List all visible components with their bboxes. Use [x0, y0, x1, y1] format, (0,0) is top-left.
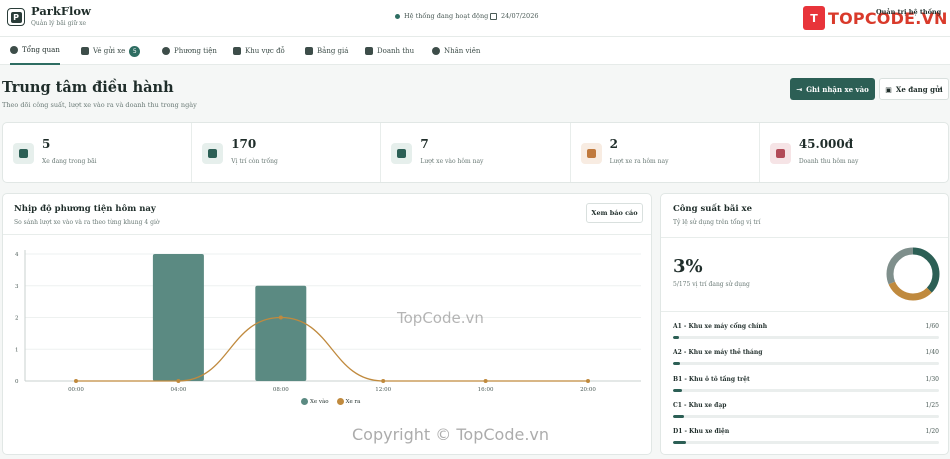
point-vehicles-out — [278, 315, 283, 320]
sign-in-icon — [391, 143, 413, 164]
zone-progress-fill — [673, 336, 680, 339]
capacity-divider — [661, 237, 948, 238]
map-icon — [233, 47, 241, 55]
app-name: ParkFlow — [31, 4, 91, 18]
x-tick-label: 20:00 — [580, 387, 596, 393]
check-in-button[interactable]: ⇥ Ghi nhận xe vào — [790, 78, 875, 100]
parking-icon — [202, 143, 224, 164]
legend-swatch-in — [301, 398, 308, 405]
calendar-icon — [490, 12, 497, 20]
stat-vehicles-inside: 5 Xe đang trong bãi — [3, 123, 193, 182]
tab-pricing[interactable]: Bảng giá — [305, 37, 348, 65]
tab-revenue[interactable]: Doanh thu — [365, 37, 414, 65]
traffic-divider — [3, 234, 651, 235]
zone-progress — [673, 389, 939, 392]
traffic-title: Nhịp độ phương tiện hôm nay — [14, 204, 156, 214]
y-tick-label: 0 — [15, 379, 19, 385]
stat-entries-today: 7 Lượt xe vào hôm nay — [381, 123, 571, 182]
bar-chart-icon — [365, 47, 373, 55]
tab-parking-areas[interactable]: Khu vực đỗ — [233, 37, 285, 65]
point-vehicles-out — [381, 379, 386, 383]
zone-progress — [673, 415, 939, 418]
car-icon — [162, 47, 170, 55]
ticket-icon — [81, 47, 89, 55]
top-bar: P ParkFlow Quản lý bãi giữ xe Hệ thống đ… — [0, 0, 950, 37]
capacity-subtitle: Tỷ lệ sử dụng trên tổng vị trí — [673, 219, 761, 226]
x-tick-label: 04:00 — [170, 387, 186, 393]
current-date: 24/07/2026 — [490, 12, 538, 20]
tickets-count-badge: 5 — [129, 45, 141, 57]
zone-progress-fill — [673, 362, 680, 365]
page-title: Trung tâm điều hành — [2, 79, 174, 96]
stat-exits-today: 2 Lượt xe ra hôm nay — [571, 123, 760, 182]
point-vehicles-out — [74, 379, 78, 383]
stat-revenue-today: 45.000đ Doanh thu hôm nay — [760, 123, 948, 182]
y-tick-label: 2 — [15, 316, 19, 322]
main-nav: Tổng quan Vé gửi xe 5 Phương tiện Khu vự… — [0, 37, 950, 65]
x-tick-label: 00:00 — [68, 387, 84, 393]
traffic-card: Nhịp độ phương tiện hôm nay So sánh lượt… — [2, 193, 652, 455]
traffic-chart: 0 1 2 3 4 00:00 04:00 08:00 12:00 16:00 20:00 — [15, 250, 641, 393]
legend-item-out[interactable]: Xe ra — [336, 398, 360, 405]
tab-staff[interactable]: Nhân viên — [432, 37, 480, 65]
zone-progress-fill — [673, 389, 682, 392]
stats-panel: 5 Xe đang trong bãi 170 Vị trí còn trống… — [2, 122, 949, 183]
legend-item-in[interactable]: Xe vào — [301, 398, 329, 405]
topcode-badge-icon: T — [803, 6, 825, 30]
car-icon — [13, 143, 34, 164]
capacity-detail: 5/175 vị trí đang sử dụng — [673, 281, 750, 288]
capacity-donut — [886, 247, 940, 301]
zone-progress — [673, 441, 939, 444]
chart-legend: Xe vào Xe ra — [301, 398, 360, 405]
sign-in-icon: ⇥ — [796, 84, 803, 94]
zone-progress — [673, 336, 939, 339]
car-icon: ▣ — [885, 84, 892, 94]
app-subtitle: Quản lý bãi giữ xe — [31, 20, 87, 27]
legend-swatch-out — [336, 398, 344, 405]
capacity-percent: 3% — [673, 256, 703, 277]
tab-vehicles[interactable]: Phương tiện — [162, 37, 217, 65]
zone-progress — [673, 362, 939, 365]
zone-progress-fill — [673, 415, 684, 418]
page-subtitle: Theo dõi công suất, lượt xe vào ra và do… — [2, 101, 197, 109]
tag-icon — [305, 47, 313, 55]
zones-divider — [661, 311, 948, 312]
watermark-text: TopCode.vn — [397, 309, 484, 327]
y-tick-label: 3 — [15, 284, 19, 290]
point-vehicles-out — [176, 379, 181, 383]
dashboard-icon — [10, 46, 18, 54]
y-tick-label: 1 — [15, 347, 19, 353]
system-status: Hệ thống đang hoạt động — [395, 12, 488, 20]
sign-out-icon — [580, 143, 602, 164]
traffic-subtitle: So sánh lượt xe vào và ra theo từng khun… — [14, 219, 160, 226]
parked-vehicles-button[interactable]: ▣ Xe đang gửi — [879, 78, 949, 100]
stat-free-slots: 170 Vị trí còn trống — [192, 123, 382, 182]
copyright-watermark: Copyright © TopCode.vn — [352, 425, 550, 444]
zone-progress-fill — [673, 441, 687, 444]
admin-label[interactable]: Quản trị hệ thống — [876, 8, 941, 16]
point-vehicles-out — [586, 379, 590, 383]
x-tick-label: 08:00 — [273, 387, 289, 393]
x-tick-label: 12:00 — [375, 387, 391, 393]
point-vehicles-out — [483, 379, 488, 383]
parking-logo-icon: P — [7, 8, 25, 26]
tab-overview[interactable]: Tổng quan — [10, 37, 60, 65]
coins-icon — [769, 143, 791, 164]
y-tick-label: 4 — [15, 252, 19, 258]
user-icon — [432, 47, 440, 55]
status-dot-icon — [395, 13, 400, 19]
capacity-card: Công suất bãi xe Tỷ lệ sử dụng trên tổng… — [660, 193, 949, 455]
x-tick-label: 16:00 — [478, 387, 494, 393]
view-report-button[interactable]: Xem báo cáo — [586, 203, 643, 223]
capacity-title: Công suất bãi xe — [673, 204, 752, 214]
bar-vehicles-in — [152, 254, 204, 381]
tab-tickets[interactable]: Vé gửi xe 5 — [81, 37, 141, 65]
bar-vehicles-in — [255, 285, 307, 381]
